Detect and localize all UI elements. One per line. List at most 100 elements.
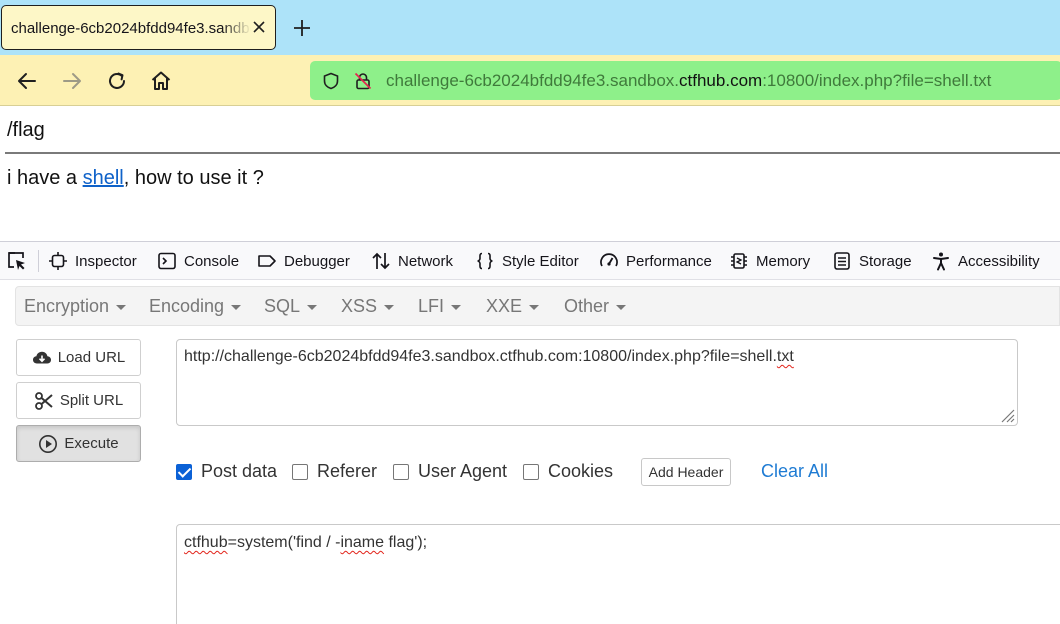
style-editor-icon bbox=[477, 252, 493, 270]
caret-down-icon bbox=[451, 304, 462, 310]
paragraph-text-end: , how to use it ? bbox=[123, 167, 264, 189]
referer-checkbox[interactable] bbox=[292, 463, 308, 480]
url-main-text: http://challenge-6cb2024bfdd94fe3.sandbo… bbox=[184, 348, 777, 365]
hackbar-menu: Encryption Encoding SQL XSS LFI XXE Othe… bbox=[15, 286, 1060, 326]
clear-all-link[interactable]: Clear All bbox=[761, 461, 828, 482]
menu-xxe[interactable]: XXE bbox=[486, 296, 540, 317]
back-icon[interactable] bbox=[15, 69, 39, 93]
tab-label: Style Editor bbox=[502, 252, 579, 270]
navigation-toolbar: challenge-6cb2024bfdd94fe3.sandbox.ctfhu… bbox=[0, 55, 1060, 106]
option-label: Cookies bbox=[548, 461, 614, 481]
menu-label: SQL bbox=[264, 296, 301, 316]
debugger-icon bbox=[258, 255, 276, 267]
tab-network[interactable]: Network bbox=[371, 242, 453, 280]
menu-label: XSS bbox=[341, 296, 378, 316]
network-icon bbox=[372, 252, 390, 270]
shell-link[interactable]: shell bbox=[83, 167, 124, 189]
forward-icon[interactable] bbox=[60, 69, 84, 93]
tab-label: Performance bbox=[626, 252, 712, 270]
console-icon bbox=[158, 252, 176, 270]
user-agent-option[interactable]: User Agent bbox=[393, 461, 507, 482]
post-data-option[interactable]: Post data bbox=[176, 461, 277, 482]
menu-label: Other bbox=[564, 296, 610, 316]
button-label: Execute bbox=[64, 435, 119, 452]
caret-down-icon bbox=[529, 304, 540, 310]
tab-label: Network bbox=[398, 252, 454, 270]
button-label: Load URL bbox=[57, 349, 126, 366]
user-agent-checkbox[interactable] bbox=[393, 463, 409, 480]
caret-down-icon bbox=[384, 304, 395, 310]
tab-inspector[interactable]: Inspector bbox=[48, 242, 137, 280]
load-url-button[interactable]: Load URL bbox=[16, 339, 141, 376]
tab-label: Memory bbox=[756, 252, 811, 270]
option-label: User Agent bbox=[418, 461, 508, 481]
address-bar[interactable]: challenge-6cb2024bfdd94fe3.sandbox.ctfhu… bbox=[310, 61, 1060, 100]
menu-other[interactable]: Other bbox=[564, 296, 627, 317]
tracking-protection-shield-icon[interactable] bbox=[322, 72, 340, 90]
menu-lfi[interactable]: LFI bbox=[418, 296, 462, 317]
home-icon[interactable] bbox=[149, 69, 173, 93]
tab-console[interactable]: Console bbox=[157, 242, 239, 280]
resize-grip-icon[interactable] bbox=[997, 405, 1015, 423]
inspector-icon bbox=[49, 252, 67, 270]
tab-accessibility[interactable]: Accessibility bbox=[931, 242, 1040, 280]
devtools-toolbar: Inspector Console Debugger Network Style… bbox=[0, 242, 1060, 280]
new-tab-icon[interactable] bbox=[292, 18, 312, 38]
cookies-checkbox[interactable] bbox=[523, 463, 539, 480]
menu-sql[interactable]: SQL bbox=[264, 296, 318, 317]
menu-encryption[interactable]: Encryption bbox=[24, 296, 127, 317]
post-data-textarea[interactable]: ctfhub=system('find / -iname flag'); bbox=[176, 524, 1060, 624]
scissors-icon bbox=[34, 391, 53, 410]
execute-button[interactable]: Execute bbox=[16, 425, 141, 462]
element-picker-icon[interactable] bbox=[6, 250, 28, 272]
tab-title: challenge-6cb2024bfdd94fe3.sandbox.ctfhu… bbox=[11, 20, 251, 37]
menu-label: LFI bbox=[418, 296, 445, 316]
caret-down-icon bbox=[116, 304, 127, 310]
page-heading: /flag bbox=[7, 119, 45, 141]
post-text-part: =system('find / - bbox=[227, 534, 341, 551]
tab-style-editor[interactable]: Style Editor bbox=[475, 242, 579, 280]
tab-label: Inspector bbox=[75, 252, 137, 270]
play-circle-icon bbox=[39, 434, 58, 453]
option-label: Post data bbox=[201, 461, 278, 481]
toolbar-separator bbox=[38, 250, 39, 272]
tab-debugger[interactable]: Debugger bbox=[257, 242, 350, 280]
close-icon[interactable] bbox=[250, 18, 268, 36]
page-paragraph: i have a shell, how to use it ? bbox=[7, 167, 264, 190]
button-label: Split URL bbox=[59, 392, 124, 409]
memory-icon bbox=[731, 253, 747, 269]
cookies-option[interactable]: Cookies bbox=[523, 461, 613, 482]
post-text-part: ctfhub bbox=[184, 534, 228, 551]
tab-memory[interactable]: Memory bbox=[729, 242, 810, 280]
menu-xss[interactable]: XSS bbox=[341, 296, 395, 317]
url-suffix: :10800/index.php?file=shell.txt bbox=[762, 71, 992, 90]
menu-label: XXE bbox=[486, 296, 523, 316]
post-text-part: iname bbox=[340, 534, 385, 551]
url-prefix: challenge-6cb2024bfdd94fe3.sandbox. bbox=[386, 71, 680, 90]
storage-icon bbox=[834, 252, 850, 270]
tab-performance[interactable]: Performance bbox=[599, 242, 712, 280]
browser-tab-active[interactable]: challenge-6cb2024bfdd94fe3.sandbox.ctfhu… bbox=[1, 5, 276, 50]
insecure-lock-icon[interactable] bbox=[354, 72, 372, 90]
add-header-button[interactable]: Add Header bbox=[641, 458, 731, 486]
tab-strip: challenge-6cb2024bfdd94fe3.sandbox.ctfhu… bbox=[0, 0, 1060, 55]
reload-icon[interactable] bbox=[105, 69, 129, 93]
menu-label: Encoding bbox=[149, 296, 225, 316]
menu-encoding[interactable]: Encoding bbox=[149, 296, 242, 317]
performance-icon bbox=[600, 253, 618, 267]
url-textarea[interactable]: http://challenge-6cb2024bfdd94fe3.sandbo… bbox=[176, 339, 1018, 426]
devtools-panel: Inspector Console Debugger Network Style… bbox=[0, 241, 1060, 624]
menu-label: Encryption bbox=[24, 296, 110, 316]
tab-label: Storage bbox=[859, 252, 912, 270]
tab-label: Debugger bbox=[284, 252, 350, 270]
paragraph-text: i have a bbox=[7, 167, 83, 189]
referer-option[interactable]: Referer bbox=[292, 461, 377, 482]
address-bar-url[interactable]: challenge-6cb2024bfdd94fe3.sandbox.ctfhu… bbox=[386, 71, 991, 91]
post-text-part: flag'); bbox=[384, 534, 428, 551]
split-url-button[interactable]: Split URL bbox=[16, 382, 141, 419]
accessibility-icon bbox=[933, 252, 949, 271]
caret-down-icon bbox=[231, 304, 242, 310]
tab-storage[interactable]: Storage bbox=[832, 242, 912, 280]
post-data-checkbox[interactable] bbox=[176, 463, 192, 480]
option-label: Referer bbox=[317, 461, 378, 481]
